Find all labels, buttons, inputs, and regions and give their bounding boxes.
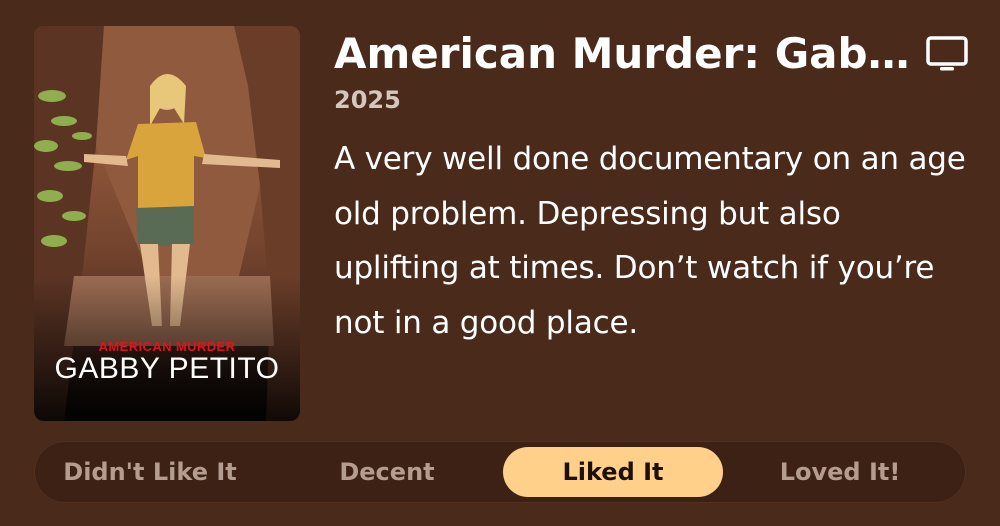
tv-icon (926, 36, 968, 71)
rating-option-decent[interactable]: Decent (277, 447, 497, 497)
poster-image: AMERICAN MURDER GABBY PETITO (34, 26, 300, 421)
rating-option-liked-it[interactable]: Liked It (503, 447, 723, 497)
page-title: American Murder: Gabby Petito (334, 29, 924, 78)
poster-subject-name: GABBY PETITO (54, 352, 280, 385)
release-year: 2025 (334, 86, 401, 114)
rating-selector: Didn't Like It Decent Liked It Loved It! (34, 441, 966, 503)
review-text: A very well done documentary on an age o… (334, 141, 966, 341)
title-row: American Murder: Gabby Petito (334, 24, 974, 84)
rating-option-didnt-like-it[interactable]: Didn't Like It (40, 447, 260, 497)
rating-option-loved-it[interactable]: Loved It! (730, 447, 950, 497)
